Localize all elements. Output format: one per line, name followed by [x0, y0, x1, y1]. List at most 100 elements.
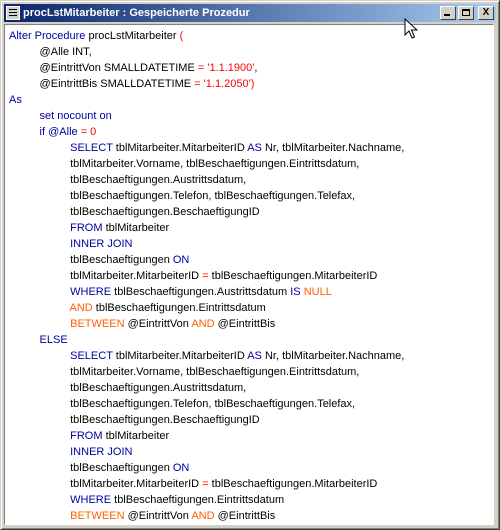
code-line: BETWEEN @EintrittVon AND @EintrittBis — [9, 508, 404, 524]
mouse-pointer-icon — [404, 18, 419, 39]
code-token: @EintrittVon SMALLDATETIME — [9, 62, 198, 74]
code-token: tblMitarbeiter — [102, 222, 170, 234]
code-token: INNER JOIN — [9, 446, 133, 458]
window-title: procLstMitarbeiter : Gespeicherte Prozed… — [23, 7, 250, 19]
code-line: tblMitarbeiter.Vorname, tblBeschaeftigun… — [9, 364, 404, 380]
code-token: @Alle INT, — [9, 46, 92, 58]
code-token: IS — [290, 286, 301, 298]
code-line: FROM tblMitarbeiter — [9, 428, 404, 444]
code-token: tblMitarbeiter.MitarbeiterID — [112, 142, 248, 154]
code-line: Alter Procedure procLstMitarbeiter ( — [9, 28, 404, 44]
code-token: @EintrittVon — [124, 510, 192, 522]
code-token: SELECT — [9, 350, 113, 362]
code-token: tblBeschaeftigungen.Austrittsdatum, — [9, 382, 247, 394]
code-editor[interactable]: Alter Procedure procLstMitarbeiter ( @Al… — [4, 24, 494, 525]
code-line: SELECT tblMitarbeiter.MitarbeiterID AS N… — [9, 140, 404, 156]
code-token: tblBeschaeftigungen.Telefon, tblBeschaef… — [9, 190, 356, 202]
code-token: @EintrittBis — [214, 318, 276, 330]
code-token: ON — [172, 462, 190, 474]
code-line: BETWEEN @EintrittVon AND @EintrittBis — [9, 316, 404, 332]
code-token: FROM — [9, 430, 103, 442]
code-line: @EintrittBis SMALLDATETIME = '1.1.2050') — [9, 76, 404, 92]
code-token: if @Alle — [9, 126, 81, 138]
code-token: AND — [191, 318, 215, 330]
code-token: WHERE — [9, 286, 112, 298]
code-token: AS — [247, 142, 262, 154]
code-token: Alter Procedure — [9, 30, 86, 42]
code-token: procLstMitarbeiter — [85, 30, 180, 42]
code-token: , — [254, 62, 258, 74]
code-token: tblBeschaeftigungen.Austrittsdatum, — [9, 174, 247, 186]
code-token: BETWEEN — [9, 318, 125, 330]
code-line: tblBeschaeftigungen.BeschaeftigungID — [9, 412, 404, 428]
code-token: NULL — [300, 286, 332, 298]
code-token: BETWEEN — [9, 510, 125, 522]
code-line: SELECT tblMitarbeiter.MitarbeiterID AS N… — [9, 348, 404, 364]
code-line: INNER JOIN — [9, 236, 404, 252]
code-token: tblBeschaeftigungen.Telefon, tblBeschaef… — [9, 398, 356, 410]
maximize-icon — [462, 9, 470, 16]
code-line: ELSE — [9, 332, 404, 348]
code-token: set nocount on — [9, 110, 112, 122]
code-line: @Alle INT, — [9, 44, 404, 60]
minimize-icon — [444, 14, 450, 16]
code-token: tblMitarbeiter.Vorname, tblBeschaeftigun… — [9, 366, 360, 378]
code-token: Nr, tblMitarbeiter.Nachname, — [261, 350, 405, 362]
code-token: ON — [172, 254, 190, 266]
code-token: AND — [191, 510, 215, 522]
title-bar[interactable]: procLstMitarbeiter : Gespeicherte Prozed… — [4, 4, 496, 22]
close-icon: X — [482, 7, 490, 18]
code-token: tblBeschaeftigungen.Eintrittsdatum — [111, 494, 285, 506]
code-token: @EintrittVon — [124, 318, 192, 330]
code-token: tblBeschaeftigungen.BeschaeftigungID — [9, 414, 260, 426]
code-line: set nocount on — [9, 108, 404, 124]
code-token: tblBeschaeftigungen.MitarbeiterID — [208, 270, 378, 282]
code-token: ( — [179, 30, 184, 42]
code-token: tblMitarbeiter.MitarbeiterID — [9, 270, 203, 282]
code-token: As — [9, 94, 22, 106]
code-token: SELECT — [9, 142, 113, 154]
code-line: tblBeschaeftigungen.BeschaeftigungID — [9, 204, 404, 220]
code-line: tblBeschaeftigungen ON — [9, 460, 404, 476]
code-token: tblBeschaeftigungen — [9, 462, 173, 474]
close-button[interactable]: X — [478, 6, 494, 20]
code-token: @EintrittBis — [214, 510, 276, 522]
code-token: tblBeschaeftigungen — [9, 254, 173, 266]
code-token: AND — [9, 302, 93, 314]
code-token: ELSE — [9, 334, 68, 346]
code-line: WHERE tblBeschaeftigungen.Eintrittsdatum — [9, 492, 404, 508]
code-token: tblBeschaeftigungen.BeschaeftigungID — [9, 206, 260, 218]
code-token: tblMitarbeiter.MitarbeiterID — [112, 350, 248, 362]
code-text: Alter Procedure procLstMitarbeiter ( @Al… — [9, 28, 404, 524]
code-line: AND tblBeschaeftigungen.Eintrittsdatum — [9, 300, 404, 316]
code-line: INNER JOIN — [9, 444, 404, 460]
procedure-window: procLstMitarbeiter : Gespeicherte Prozed… — [0, 0, 500, 530]
code-token: ) — [250, 78, 255, 90]
code-token: INNER JOIN — [9, 238, 133, 250]
maximize-button[interactable] — [458, 6, 474, 20]
code-token: tblMitarbeiter — [102, 430, 170, 442]
document-icon[interactable] — [6, 6, 20, 20]
code-line: tblMitarbeiter.Vorname, tblBeschaeftigun… — [9, 156, 404, 172]
code-line: FROM tblMitarbeiter — [9, 220, 404, 236]
code-token: Nr, tblMitarbeiter.Nachname, — [261, 142, 405, 154]
code-line: tblBeschaeftigungen ON — [9, 252, 404, 268]
code-token: tblBeschaeftigungen.Austrittsdatum — [111, 286, 291, 298]
code-token: WHERE — [9, 494, 112, 506]
code-token: tblBeschaeftigungen.MitarbeiterID — [208, 478, 378, 490]
minimize-button[interactable] — [440, 6, 456, 20]
code-line: WHERE tblBeschaeftigungen.Austrittsdatum… — [9, 284, 404, 300]
code-token: 0 — [87, 126, 97, 138]
code-line: tblMitarbeiter.MitarbeiterID = tblBescha… — [9, 268, 404, 284]
code-token: FROM — [9, 222, 103, 234]
code-token: tblMitarbeiter.MitarbeiterID — [9, 478, 203, 490]
code-token: AS — [247, 350, 262, 362]
code-line: tblBeschaeftigungen.Austrittsdatum, — [9, 172, 404, 188]
code-line: if @Alle = 0 — [9, 124, 404, 140]
code-line: tblBeschaeftigungen.Austrittsdatum, — [9, 380, 404, 396]
code-line: tblMitarbeiter.MitarbeiterID = tblBescha… — [9, 476, 404, 492]
code-line: As — [9, 92, 404, 108]
code-line: tblBeschaeftigungen.Telefon, tblBeschaef… — [9, 396, 404, 412]
code-token: @EintrittBis SMALLDATETIME — [9, 78, 195, 90]
code-token: tblMitarbeiter.Vorname, tblBeschaeftigun… — [9, 158, 360, 170]
